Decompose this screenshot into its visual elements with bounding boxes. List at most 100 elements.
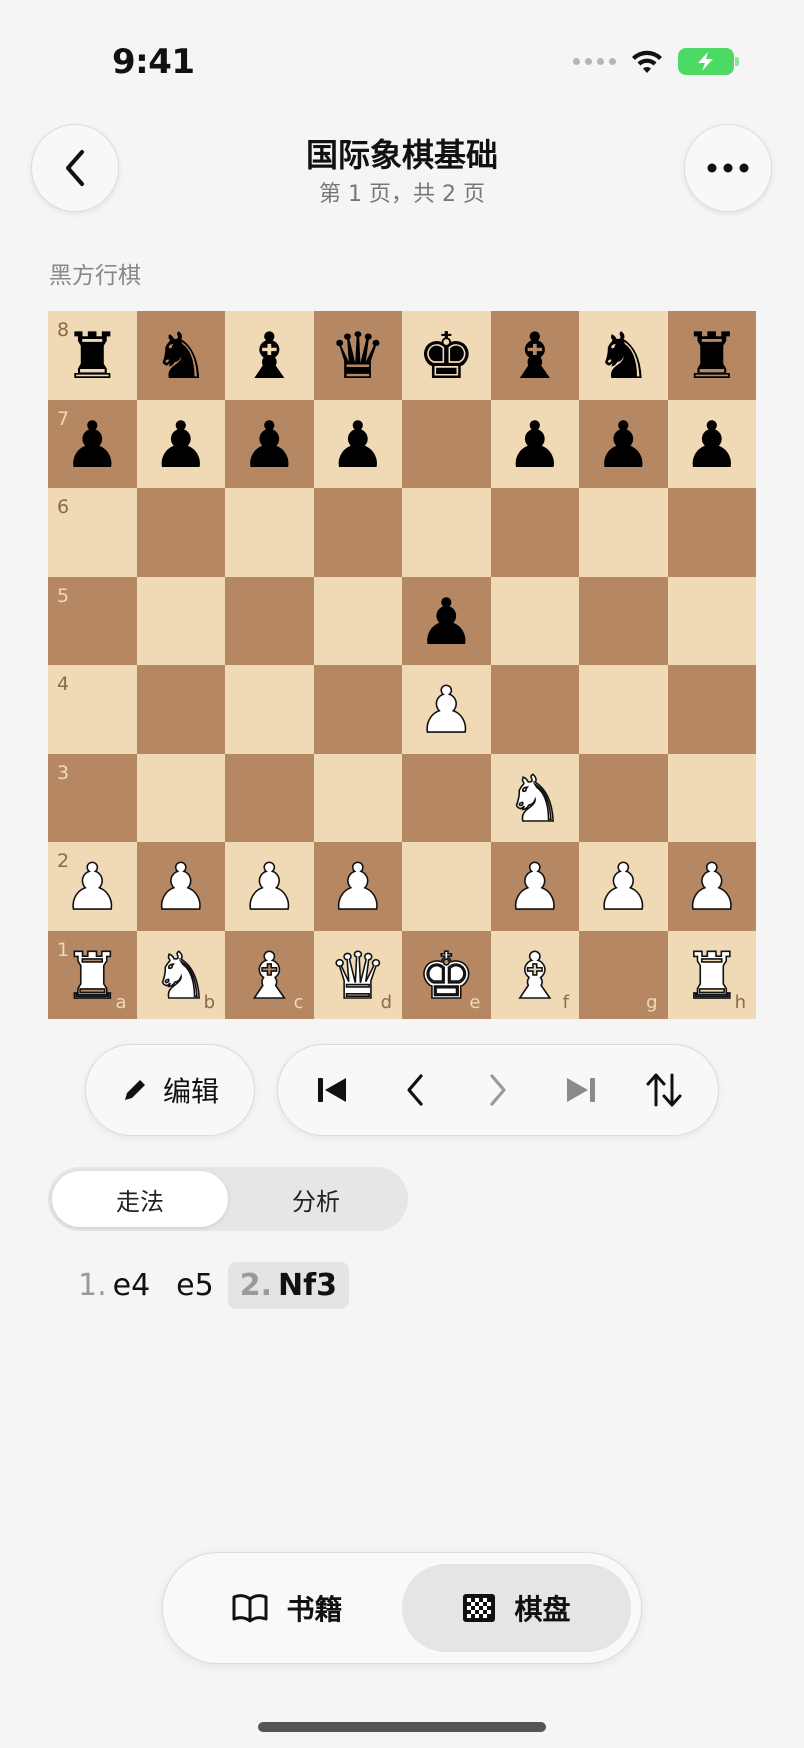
square-a7[interactable]: 7 ♟ [48, 399, 137, 488]
square-h2[interactable]: ♟ [667, 842, 756, 931]
square-b4[interactable] [136, 665, 225, 754]
square-e7[interactable] [402, 399, 491, 488]
white-pawn-icon[interactable]: ♟ [505, 855, 564, 921]
square-h1[interactable]: h ♜ [667, 930, 756, 1019]
square-a8[interactable]: 8 ♜ [48, 311, 137, 400]
black-bishop-icon[interactable]: ♝ [241, 325, 298, 389]
square-h7[interactable]: ♟ [667, 399, 756, 488]
square-h5[interactable] [667, 576, 756, 665]
square-e3[interactable] [402, 753, 491, 842]
white-pawn-icon[interactable]: ♟ [63, 855, 122, 921]
white-pawn-icon[interactable]: ♟ [328, 855, 387, 921]
square-f5[interactable] [490, 576, 579, 665]
square-e2[interactable] [402, 842, 491, 931]
black-pawn-icon[interactable]: ♟ [241, 414, 298, 478]
square-c1[interactable]: c ♝ [225, 930, 314, 1019]
square-h6[interactable] [667, 488, 756, 577]
white-pawn-icon[interactable]: ♟ [240, 855, 299, 921]
white-bishop-icon[interactable]: ♝ [240, 944, 299, 1010]
white-knight-icon[interactable]: ♞ [151, 944, 210, 1010]
square-a6[interactable]: 6 [48, 488, 137, 577]
square-f6[interactable] [490, 488, 579, 577]
square-a3[interactable]: 3 [48, 753, 137, 842]
square-c3[interactable] [225, 753, 314, 842]
square-a1[interactable]: 1 a ♜ [48, 930, 137, 1019]
flip-board-button[interactable] [634, 1060, 694, 1120]
chessboard[interactable]: 8 ♜ ♞ ♝ ♛ ♚ ♝ ♞ ♜ 7 ♟ ♟ ♟ ♟ ♟ ♟ ♟ 6 5 ♟ 4 ♟ 3 ♞ 2 ♟ ♟ ♟ ♟ ♟ ♟ ♟ 1 a ♜ b ♞ c ♝ d… [48, 311, 756, 1019]
square-g7[interactable]: ♟ [579, 399, 668, 488]
black-pawn-icon[interactable]: ♟ [418, 591, 475, 655]
square-d5[interactable] [313, 576, 402, 665]
first-move-button[interactable] [302, 1060, 362, 1120]
square-h3[interactable] [667, 753, 756, 842]
square-a2[interactable]: 2 ♟ [48, 842, 137, 931]
white-pawn-icon[interactable]: ♟ [151, 855, 210, 921]
square-g5[interactable] [579, 576, 668, 665]
current-move[interactable]: 2. Nf3 [227, 1262, 350, 1309]
edit-button[interactable]: 编辑 [85, 1044, 255, 1136]
black-pawn-icon[interactable]: ♟ [683, 414, 740, 478]
square-h8[interactable]: ♜ [667, 311, 756, 400]
square-h4[interactable] [667, 665, 756, 754]
square-d4[interactable] [313, 665, 402, 754]
move-item[interactable]: 1. e4 [66, 1262, 162, 1309]
previous-move-button[interactable] [385, 1060, 445, 1120]
black-pawn-icon[interactable]: ♟ [152, 414, 209, 478]
move-item[interactable]: e5 [164, 1262, 226, 1309]
square-g8[interactable]: ♞ [579, 311, 668, 400]
next-move-button[interactable] [468, 1060, 528, 1120]
tab-board[interactable]: 棋盘 [402, 1564, 631, 1652]
black-rook-icon[interactable]: ♜ [64, 325, 121, 389]
square-f8[interactable]: ♝ [490, 311, 579, 400]
square-g6[interactable] [579, 488, 668, 577]
square-b8[interactable]: ♞ [136, 311, 225, 400]
square-b1[interactable]: b ♞ [136, 930, 225, 1019]
square-d8[interactable]: ♛ [313, 311, 402, 400]
square-b3[interactable] [136, 753, 225, 842]
square-d3[interactable] [313, 753, 402, 842]
square-f4[interactable] [490, 665, 579, 754]
square-c5[interactable] [225, 576, 314, 665]
square-b2[interactable]: ♟ [136, 842, 225, 931]
tab-moves[interactable]: 走法 [52, 1171, 228, 1227]
black-pawn-icon[interactable]: ♟ [329, 414, 386, 478]
square-f1[interactable]: f ♝ [490, 930, 579, 1019]
white-pawn-icon[interactable]: ♟ [594, 855, 653, 921]
square-a5[interactable]: 5 [48, 576, 137, 665]
white-queen-icon[interactable]: ♛ [328, 944, 387, 1010]
square-g2[interactable]: ♟ [579, 842, 668, 931]
square-b5[interactable] [136, 576, 225, 665]
square-b7[interactable]: ♟ [136, 399, 225, 488]
square-b6[interactable] [136, 488, 225, 577]
last-move-button[interactable] [551, 1060, 611, 1120]
square-f7[interactable]: ♟ [490, 399, 579, 488]
black-king-icon[interactable]: ♚ [418, 325, 475, 389]
square-e8[interactable]: ♚ [402, 311, 491, 400]
square-c8[interactable]: ♝ [225, 311, 314, 400]
square-a4[interactable]: 4 [48, 665, 137, 754]
square-e5[interactable]: ♟ [402, 576, 491, 665]
square-g1[interactable]: g [579, 930, 668, 1019]
black-knight-icon[interactable]: ♞ [595, 325, 652, 389]
square-e6[interactable] [402, 488, 491, 577]
black-pawn-icon[interactable]: ♟ [506, 414, 563, 478]
black-rook-icon[interactable]: ♜ [683, 325, 740, 389]
white-pawn-icon[interactable]: ♟ [682, 855, 741, 921]
white-rook-icon[interactable]: ♜ [63, 944, 122, 1010]
square-e4[interactable]: ♟ [402, 665, 491, 754]
black-queen-icon[interactable]: ♛ [329, 325, 386, 389]
square-d2[interactable]: ♟ [313, 842, 402, 931]
square-g4[interactable] [579, 665, 668, 754]
square-c7[interactable]: ♟ [225, 399, 314, 488]
white-knight-icon[interactable]: ♞ [505, 767, 564, 833]
more-options-button[interactable] [684, 124, 772, 212]
tab-analysis[interactable]: 分析 [228, 1171, 404, 1227]
square-g3[interactable] [579, 753, 668, 842]
black-pawn-icon[interactable]: ♟ [595, 414, 652, 478]
square-f3[interactable]: ♞ [490, 753, 579, 842]
square-c6[interactable] [225, 488, 314, 577]
white-rook-icon[interactable]: ♜ [682, 944, 741, 1010]
black-pawn-icon[interactable]: ♟ [64, 414, 121, 478]
white-pawn-icon[interactable]: ♟ [417, 678, 476, 744]
square-d6[interactable] [313, 488, 402, 577]
